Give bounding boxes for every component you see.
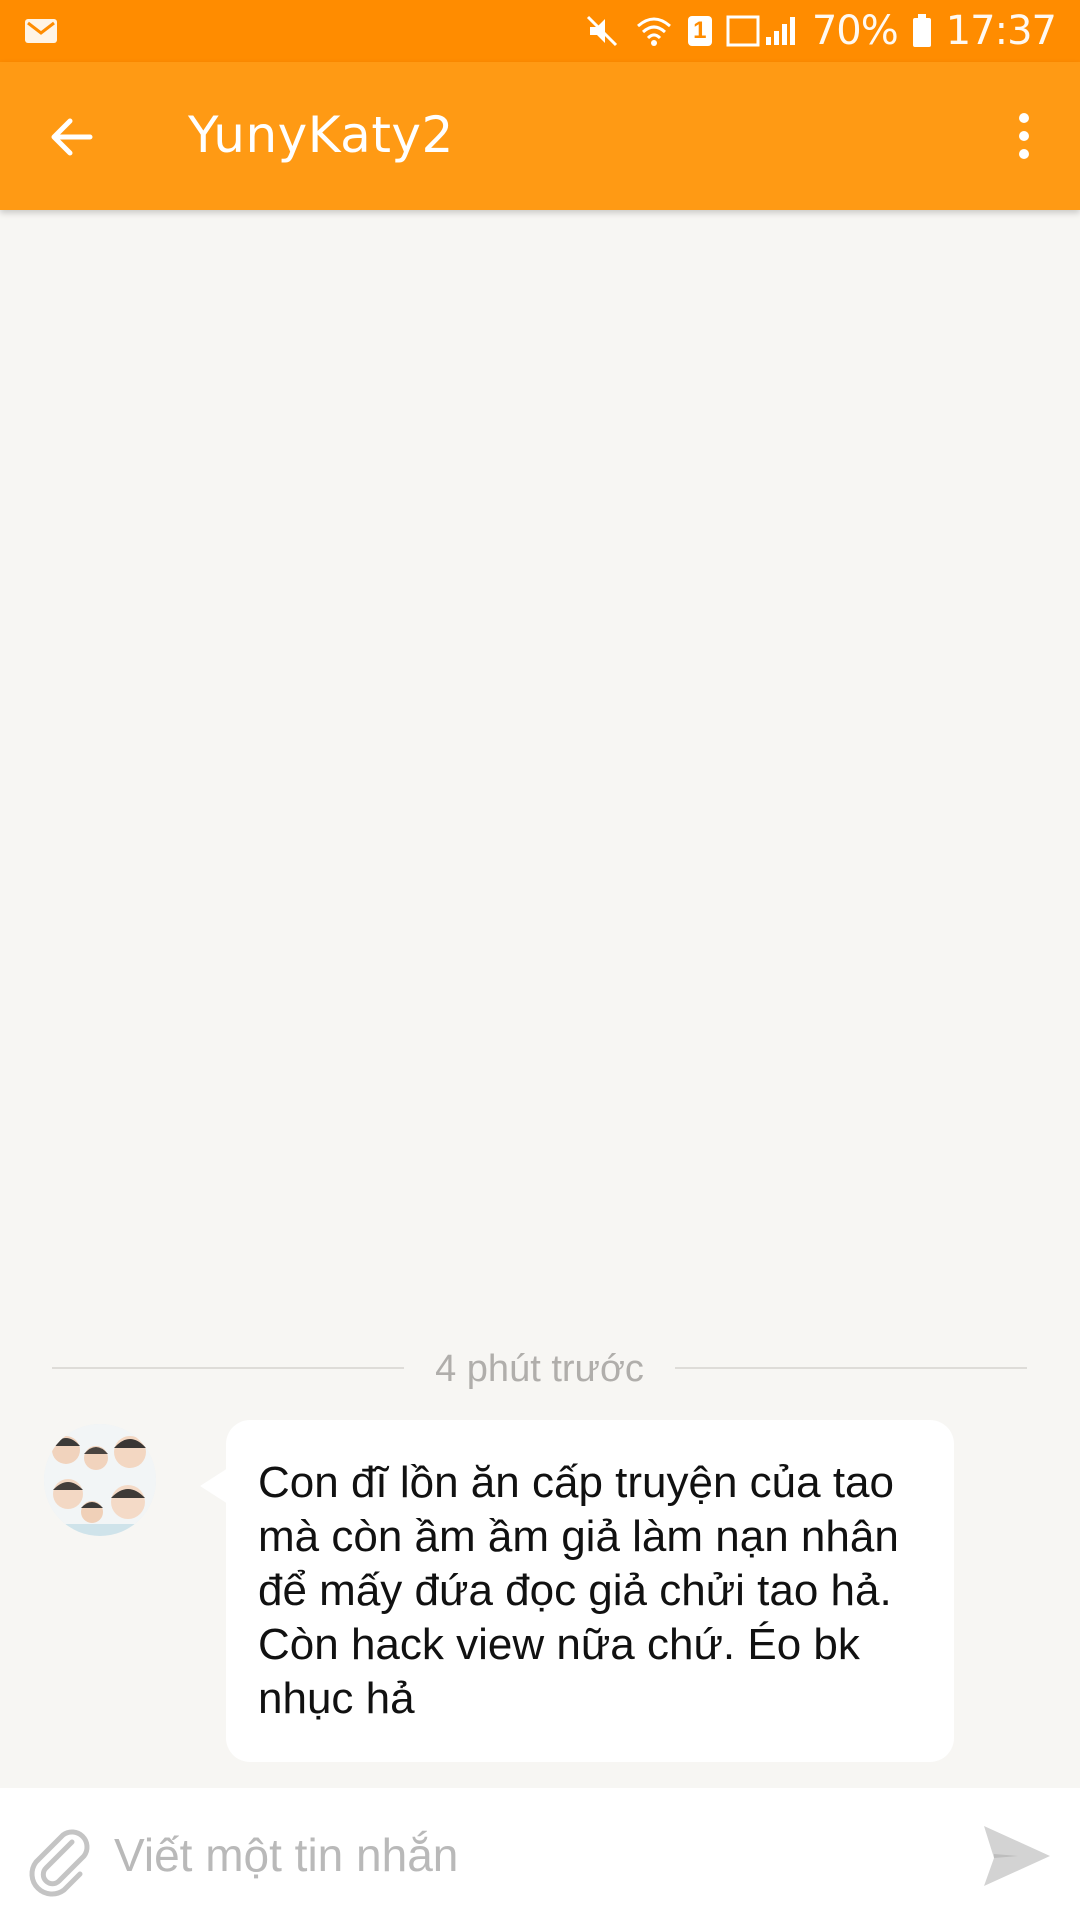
status-icons: 1 70% 17:37 — [584, 0, 1057, 62]
avatar-image — [44, 1424, 156, 1536]
paperclip-icon — [29, 1829, 90, 1897]
chat-title: YunyKaty2 — [188, 106, 454, 164]
send-button[interactable] — [978, 1818, 1054, 1894]
arrow-left-icon — [51, 118, 93, 156]
more-options-button[interactable] — [994, 106, 1054, 166]
message-input[interactable] — [112, 1816, 936, 1894]
sim-badge: 1 — [687, 16, 712, 46]
message-timestamp: 4 phút trước — [435, 1348, 644, 1390]
divider-line-right — [675, 1367, 1027, 1369]
status-bar: 1 70% 17:37 — [0, 0, 1080, 62]
timestamp-divider: 4 phút trước — [52, 1348, 1027, 1390]
battery-percent: 70% — [811, 8, 899, 54]
message-composer — [0, 1788, 1080, 1920]
back-button[interactable] — [42, 107, 102, 167]
more-vertical-icon — [1019, 113, 1029, 159]
clock: 17:37 — [945, 8, 1057, 54]
attach-button[interactable] — [22, 1822, 98, 1898]
message-text: Con đĩ lồn ăn cấp truyện của tao mà còn … — [258, 1458, 899, 1723]
mute-icon — [586, 15, 617, 47]
user-avatar[interactable] — [44, 1424, 156, 1536]
mail-icon — [25, 19, 57, 43]
app-bar: YunyKaty2 — [0, 62, 1080, 210]
bubble-tail — [200, 1468, 228, 1504]
wifi-icon — [636, 17, 671, 46]
signal-icon — [726, 15, 795, 47]
send-icon — [984, 1826, 1050, 1886]
battery-icon — [912, 14, 931, 47]
